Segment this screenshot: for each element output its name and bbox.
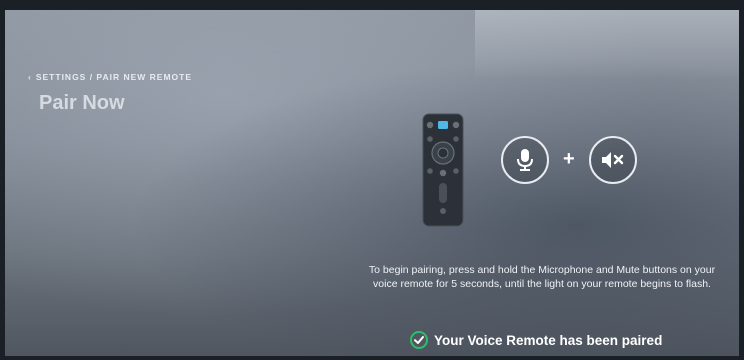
voice-remote-icon — [422, 113, 464, 227]
microphone-button — [501, 136, 549, 184]
paired-status-text: Your Voice Remote has been paired — [434, 332, 663, 348]
plus-sign: + — [563, 148, 575, 170]
mute-icon — [602, 152, 624, 168]
mute-button — [589, 136, 637, 184]
page-title: Pair Now — [39, 92, 125, 114]
chevron-left-icon[interactable]: ‹ — [28, 72, 32, 82]
breadcrumb-text: SETTINGS / PAIR NEW REMOTE — [35, 72, 193, 82]
pairing-instructions: To begin pairing, press and hold the Mic… — [368, 264, 716, 290]
tv-screen: ‹ SETTINGS / PAIR NEW REMOTE Pair Now + T — [5, 10, 739, 356]
check-circle-icon — [410, 331, 428, 349]
breadcrumb[interactable]: ‹ SETTINGS / PAIR NEW REMOTE — [28, 72, 192, 82]
paired-status: Your Voice Remote has been paired — [410, 331, 662, 349]
microphone-icon — [517, 149, 533, 171]
screen-glare — [475, 10, 739, 80]
